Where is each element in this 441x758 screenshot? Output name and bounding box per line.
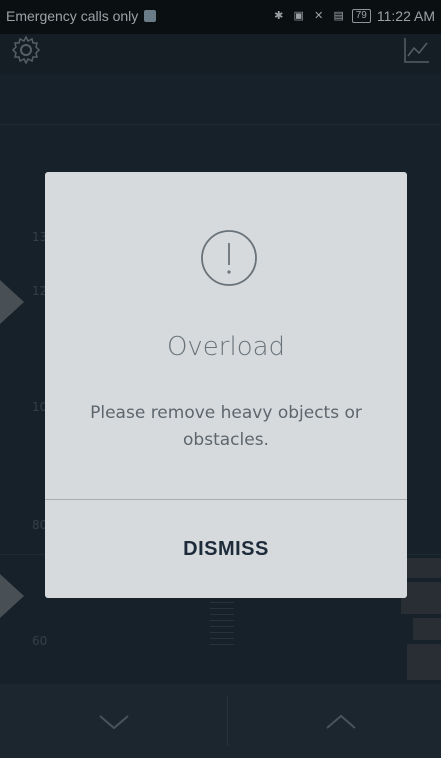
dismiss-button[interactable]: DISMISS <box>45 500 407 598</box>
dialog-message: Please remove heavy objects or obstacles… <box>90 403 362 450</box>
dialog-title: Overload <box>166 332 286 362</box>
exclamation-circle-icon <box>201 230 257 286</box>
overload-dialog: Overload Please remove heavy objects or … <box>45 172 407 598</box>
